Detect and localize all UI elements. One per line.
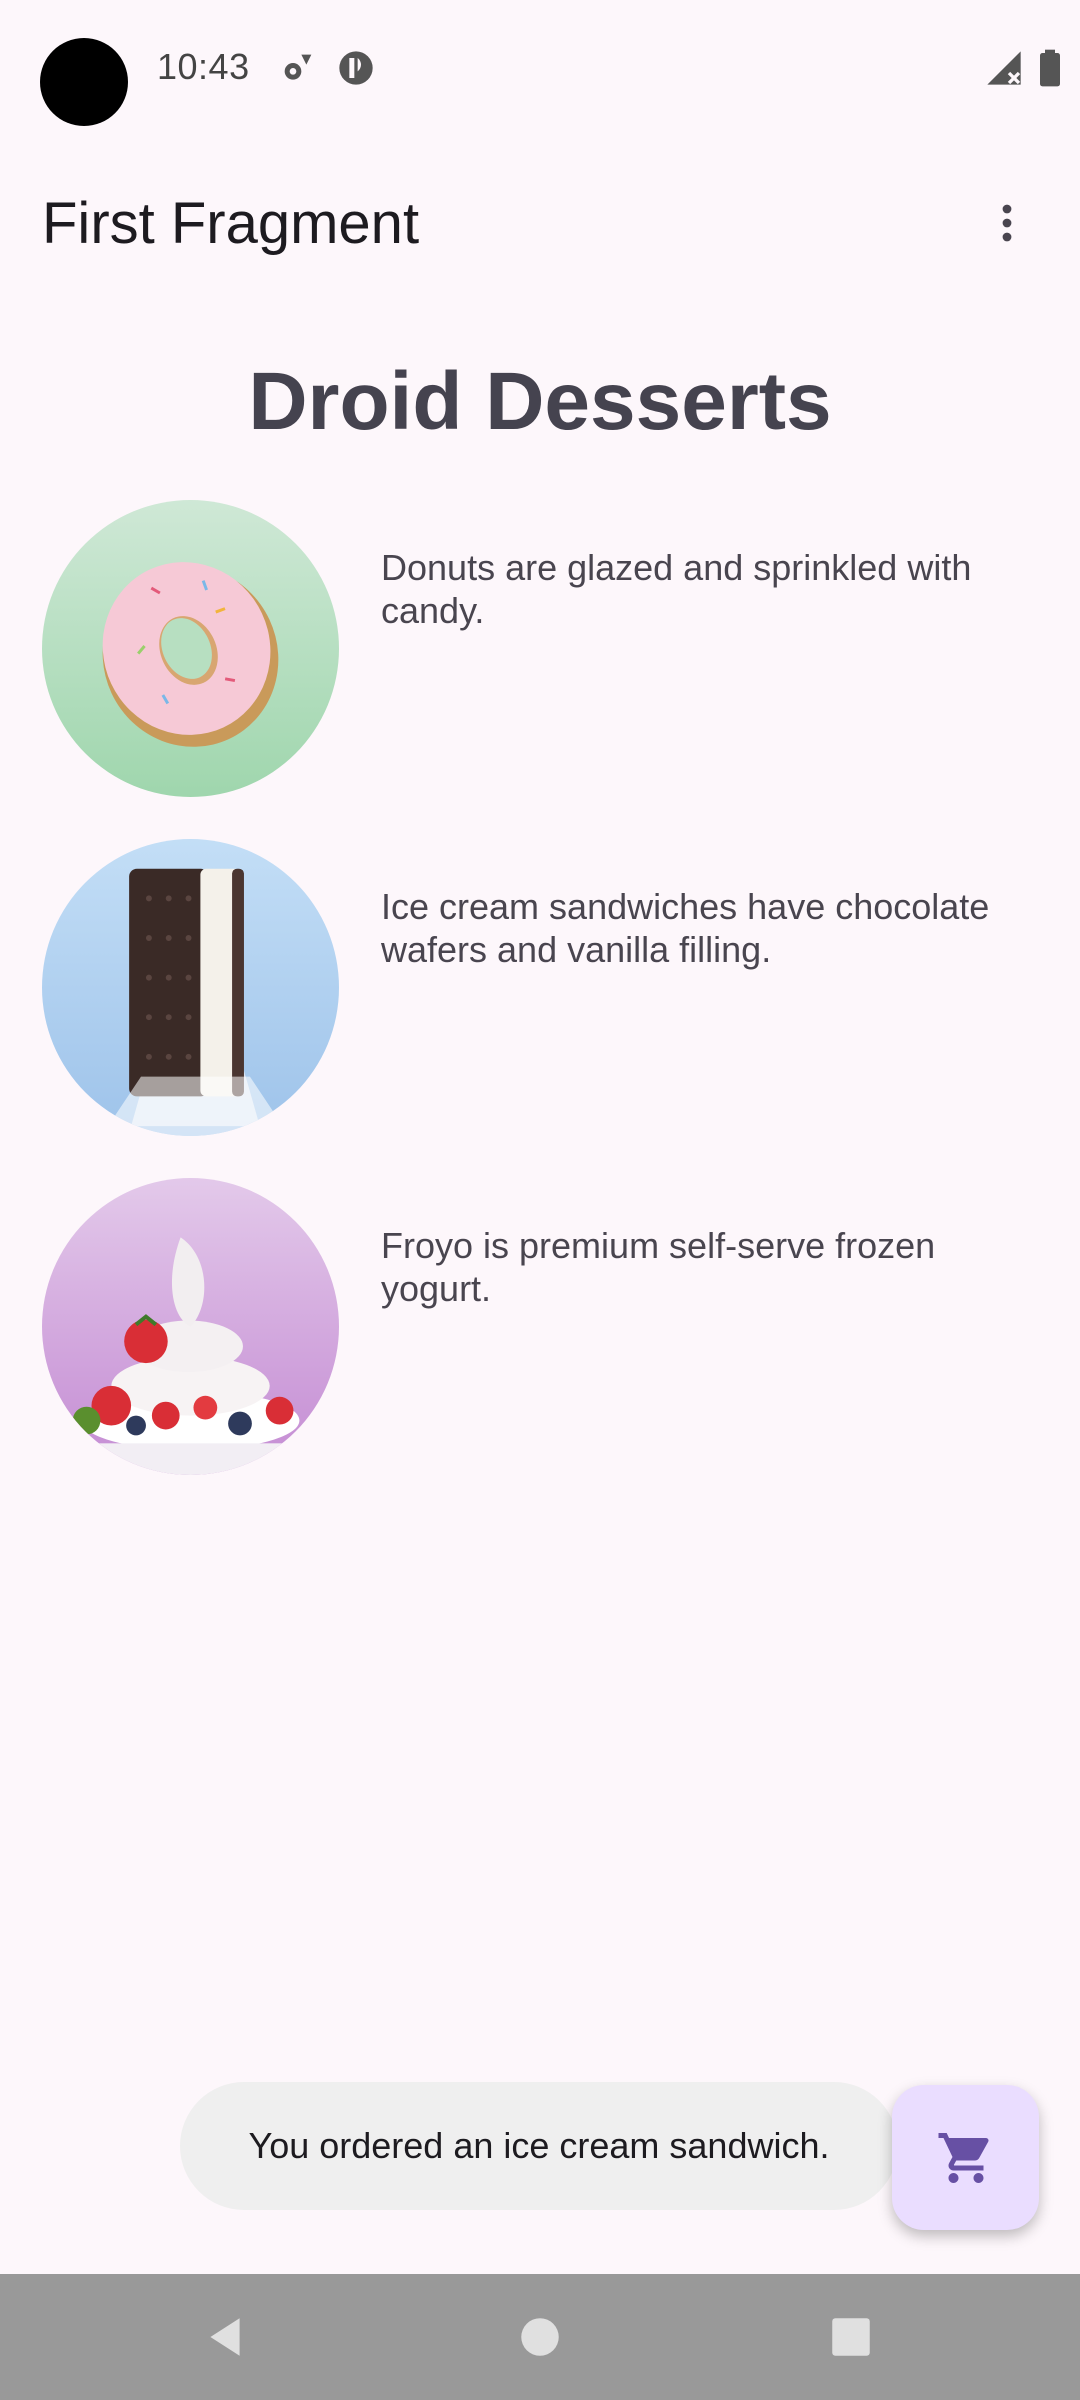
app-notification-icon: [336, 48, 376, 88]
recents-button[interactable]: [826, 2312, 876, 2362]
froyo-image[interactable]: [42, 1178, 339, 1475]
page-heading: Droid Desserts: [248, 356, 832, 447]
home-button[interactable]: [515, 2312, 565, 2362]
more-vert-icon: [1002, 204, 1012, 242]
recents-square-icon: [832, 2318, 870, 2356]
top-app-bar: First Fragment: [0, 170, 1080, 280]
camera-cutout: [40, 38, 128, 126]
status-time: 10:43: [157, 46, 250, 87]
app-screen: 10:43 First Fragment Droid Desserts Donu…: [0, 0, 1080, 2400]
app-bar-title: First Fragment: [42, 191, 420, 256]
dessert-description: Donuts are glazed and sprinkled with can…: [381, 547, 972, 631]
dessert-item-ice-cream-sandwich: Ice cream sandwiches have chocolate wafe…: [42, 839, 1042, 1139]
battery-icon: [1030, 48, 1070, 88]
dessert-item-donut: Donuts are glazed and sprinkled with can…: [42, 500, 1042, 800]
snackbar: You ordered an ice cream sandwich.: [180, 2082, 898, 2210]
back-button[interactable]: [200, 2312, 250, 2362]
donut-image[interactable]: [42, 500, 339, 797]
system-navigation-bar: [0, 2274, 1080, 2400]
signal-icon: [984, 48, 1024, 88]
settings-notification-icon: [278, 48, 318, 88]
dessert-description: Froyo is premium self-serve frozen yogur…: [381, 1225, 936, 1309]
overflow-menu-button[interactable]: [972, 188, 1042, 258]
shopping-cart-icon: [938, 2132, 989, 2183]
status-bar: 10:43: [0, 0, 1080, 140]
home-circle-icon: [521, 2318, 559, 2356]
back-triangle-icon: [210, 2318, 240, 2356]
cart-fab-button[interactable]: [892, 2085, 1039, 2230]
dessert-item-froyo: Froyo is premium self-serve frozen yogur…: [42, 1178, 1042, 1478]
snackbar-message: You ordered an ice cream sandwich.: [248, 2125, 830, 2166]
ice-cream-sandwich-image[interactable]: [42, 839, 339, 1136]
dessert-description: Ice cream sandwiches have chocolate wafe…: [381, 886, 990, 970]
